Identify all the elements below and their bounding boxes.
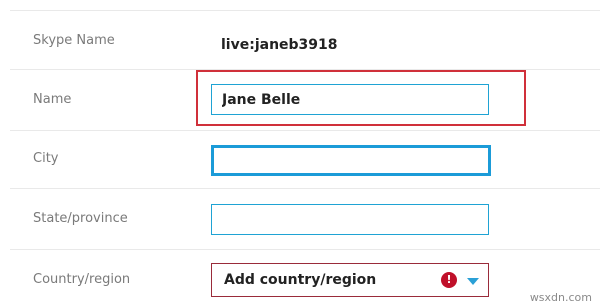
divider bbox=[10, 130, 600, 131]
divider bbox=[10, 188, 600, 189]
name-input[interactable] bbox=[211, 84, 489, 115]
divider bbox=[10, 249, 600, 250]
skype-name-label: Skype Name bbox=[33, 33, 115, 48]
name-label: Name bbox=[33, 92, 72, 107]
city-label: City bbox=[33, 151, 59, 166]
country-label: Country/region bbox=[33, 272, 131, 287]
state-input[interactable] bbox=[211, 204, 489, 235]
country-dropdown-value: Add country/region bbox=[224, 272, 377, 288]
skype-name-value: live:janeb3918 bbox=[221, 37, 338, 53]
watermark: wsxdn.com bbox=[529, 291, 592, 304]
chevron-down-icon[interactable] bbox=[467, 278, 479, 285]
divider bbox=[10, 10, 600, 11]
exclamation-icon: ! bbox=[441, 272, 457, 288]
country-dropdown[interactable]: Add country/region ! bbox=[211, 263, 489, 297]
city-input[interactable] bbox=[211, 145, 491, 176]
state-label: State/province bbox=[33, 211, 128, 226]
